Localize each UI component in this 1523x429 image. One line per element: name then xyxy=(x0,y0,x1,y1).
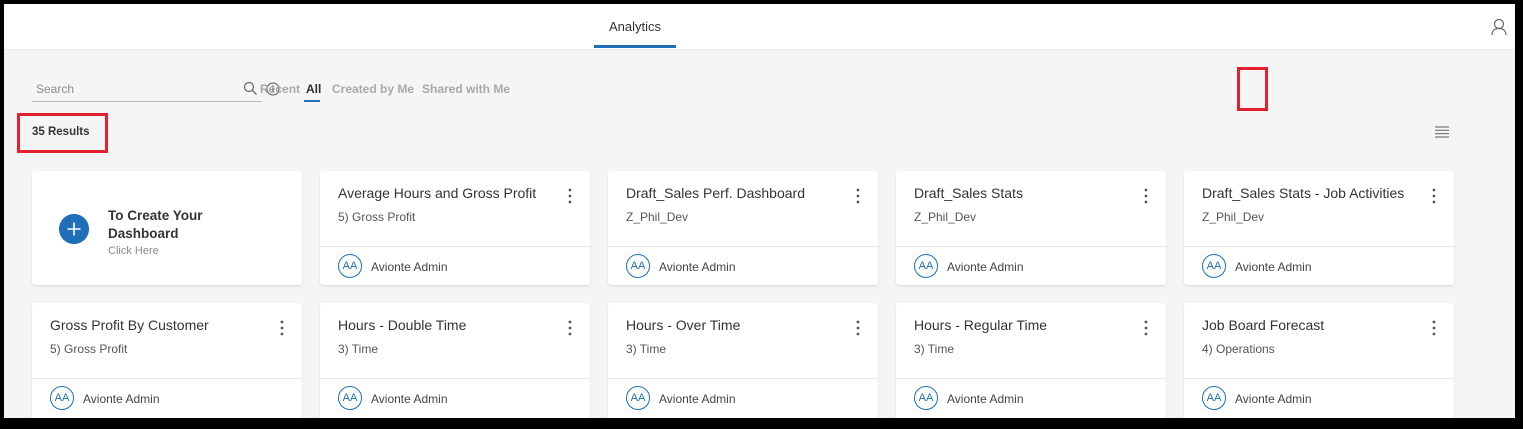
highlight-box-all xyxy=(1237,67,1268,111)
avatar: AA xyxy=(914,386,938,410)
avatar: AA xyxy=(626,386,650,410)
dashboard-card[interactable]: Hours - Double Time 3) Time AA Avionte A… xyxy=(320,303,590,418)
card-title: Hours - Double Time xyxy=(338,317,467,333)
search-icon[interactable] xyxy=(243,81,258,96)
card-title: Draft_Sales Stats xyxy=(914,185,1023,201)
card-category: 5) Gross Profit xyxy=(338,210,416,224)
dashboard-card[interactable]: Draft_Sales Perf. Dashboard Z_Phil_Dev A… xyxy=(608,171,878,285)
create-dashboard-title: To Create Your Dashboard xyxy=(108,208,203,241)
card-divider xyxy=(1184,246,1454,247)
card-owner: Avionte Admin xyxy=(947,260,1024,274)
card-owner: Avionte Admin xyxy=(659,392,736,406)
dashboard-card[interactable]: Hours - Regular Time 3) Time AA Avionte … xyxy=(896,303,1166,418)
avatar: AA xyxy=(1202,386,1226,410)
user-icon[interactable] xyxy=(1491,18,1507,36)
card-category: 5) Gross Profit xyxy=(50,342,128,356)
card-category: 3) Time xyxy=(914,342,955,356)
kebab-menu-icon[interactable] xyxy=(568,188,572,204)
kebab-menu-icon[interactable] xyxy=(856,320,860,336)
kebab-menu-icon[interactable] xyxy=(1432,320,1436,336)
filter-recent[interactable]: Recent xyxy=(260,82,300,96)
card-category: Z_Phil_Dev xyxy=(914,210,977,224)
card-category: Z_Phil_Dev xyxy=(626,210,689,224)
card-title: Draft_Sales Stats - Job Activities xyxy=(1202,185,1405,201)
avatar: AA xyxy=(914,254,938,278)
dashboard-card[interactable]: Job Board Forecast 4) Operations AA Avio… xyxy=(1184,303,1454,418)
avatar: AA xyxy=(50,386,74,410)
card-category: 4) Operations xyxy=(1202,342,1275,356)
card-owner: Avionte Admin xyxy=(371,392,448,406)
card-owner: Avionte Admin xyxy=(1235,260,1312,274)
kebab-menu-icon[interactable] xyxy=(568,320,572,336)
card-divider xyxy=(320,378,590,379)
kebab-menu-icon[interactable] xyxy=(856,188,860,204)
kebab-menu-icon[interactable] xyxy=(1144,188,1148,204)
kebab-menu-icon[interactable] xyxy=(1144,320,1148,336)
dashboard-card[interactable]: Draft_Sales Stats - Job Activities Z_Phi… xyxy=(1184,171,1454,285)
card-divider xyxy=(608,246,878,247)
card-title: Average Hours and Gross Profit xyxy=(338,185,537,201)
dashboard-card[interactable]: Hours - Over Time 3) Time AA Avionte Adm… xyxy=(608,303,878,418)
avatar: AA xyxy=(338,254,362,278)
highlight-box-results xyxy=(17,113,108,153)
card-divider xyxy=(896,246,1166,247)
kebab-menu-icon[interactable] xyxy=(1432,188,1436,204)
card-title: Hours - Over Time xyxy=(626,317,741,333)
dashboard-card[interactable]: Draft_Sales Stats Z_Phil_Dev AA Avionte … xyxy=(896,171,1166,285)
card-divider xyxy=(896,378,1166,379)
card-title: Hours - Regular Time xyxy=(914,317,1048,333)
search-box xyxy=(32,78,262,102)
search-input[interactable] xyxy=(32,78,226,100)
filter-shared-with-me[interactable]: Shared with Me xyxy=(422,82,510,96)
card-owner: Avionte Admin xyxy=(371,260,448,274)
card-category: 3) Time xyxy=(626,342,667,356)
card-title: Draft_Sales Perf. Dashboard xyxy=(626,185,805,201)
avatar: AA xyxy=(338,386,362,410)
card-title: Gross Profit By Customer xyxy=(50,317,209,333)
card-owner: Avionte Admin xyxy=(1235,392,1312,406)
card-owner: Avionte Admin xyxy=(947,392,1024,406)
dashboard-card[interactable]: Gross Profit By Customer 5) Gross Profit… xyxy=(32,303,302,418)
kebab-menu-icon[interactable] xyxy=(280,320,284,336)
dashboard-card[interactable]: Average Hours and Gross Profit 5) Gross … xyxy=(320,171,590,285)
card-title: Job Board Forecast xyxy=(1202,317,1325,333)
top-bar: Analytics xyxy=(4,4,1515,50)
avatar: AA xyxy=(626,254,650,278)
filter-all-underline xyxy=(304,100,320,102)
card-divider xyxy=(320,246,590,247)
create-dashboard-subtitle: Click Here xyxy=(108,245,159,257)
avatar: AA xyxy=(1202,254,1226,278)
filter-created-by-me[interactable]: Created by Me xyxy=(332,82,414,96)
analytics-page: Analytics Recent All Created by Me Share… xyxy=(4,4,1515,418)
create-dashboard-card[interactable]: To Create Your Dashboard Click Here xyxy=(32,171,302,285)
card-divider xyxy=(1184,378,1454,379)
card-divider xyxy=(608,378,878,379)
tab-analytics[interactable]: Analytics xyxy=(594,4,676,48)
card-category: Z_Phil_Dev xyxy=(1202,210,1265,224)
card-owner: Avionte Admin xyxy=(659,260,736,274)
card-divider xyxy=(32,378,302,379)
card-category: 3) Time xyxy=(338,342,379,356)
list-view-icon[interactable] xyxy=(1435,126,1449,138)
filter-all[interactable]: All xyxy=(306,82,321,96)
card-owner: Avionte Admin xyxy=(83,392,160,406)
plus-icon[interactable] xyxy=(59,214,89,244)
